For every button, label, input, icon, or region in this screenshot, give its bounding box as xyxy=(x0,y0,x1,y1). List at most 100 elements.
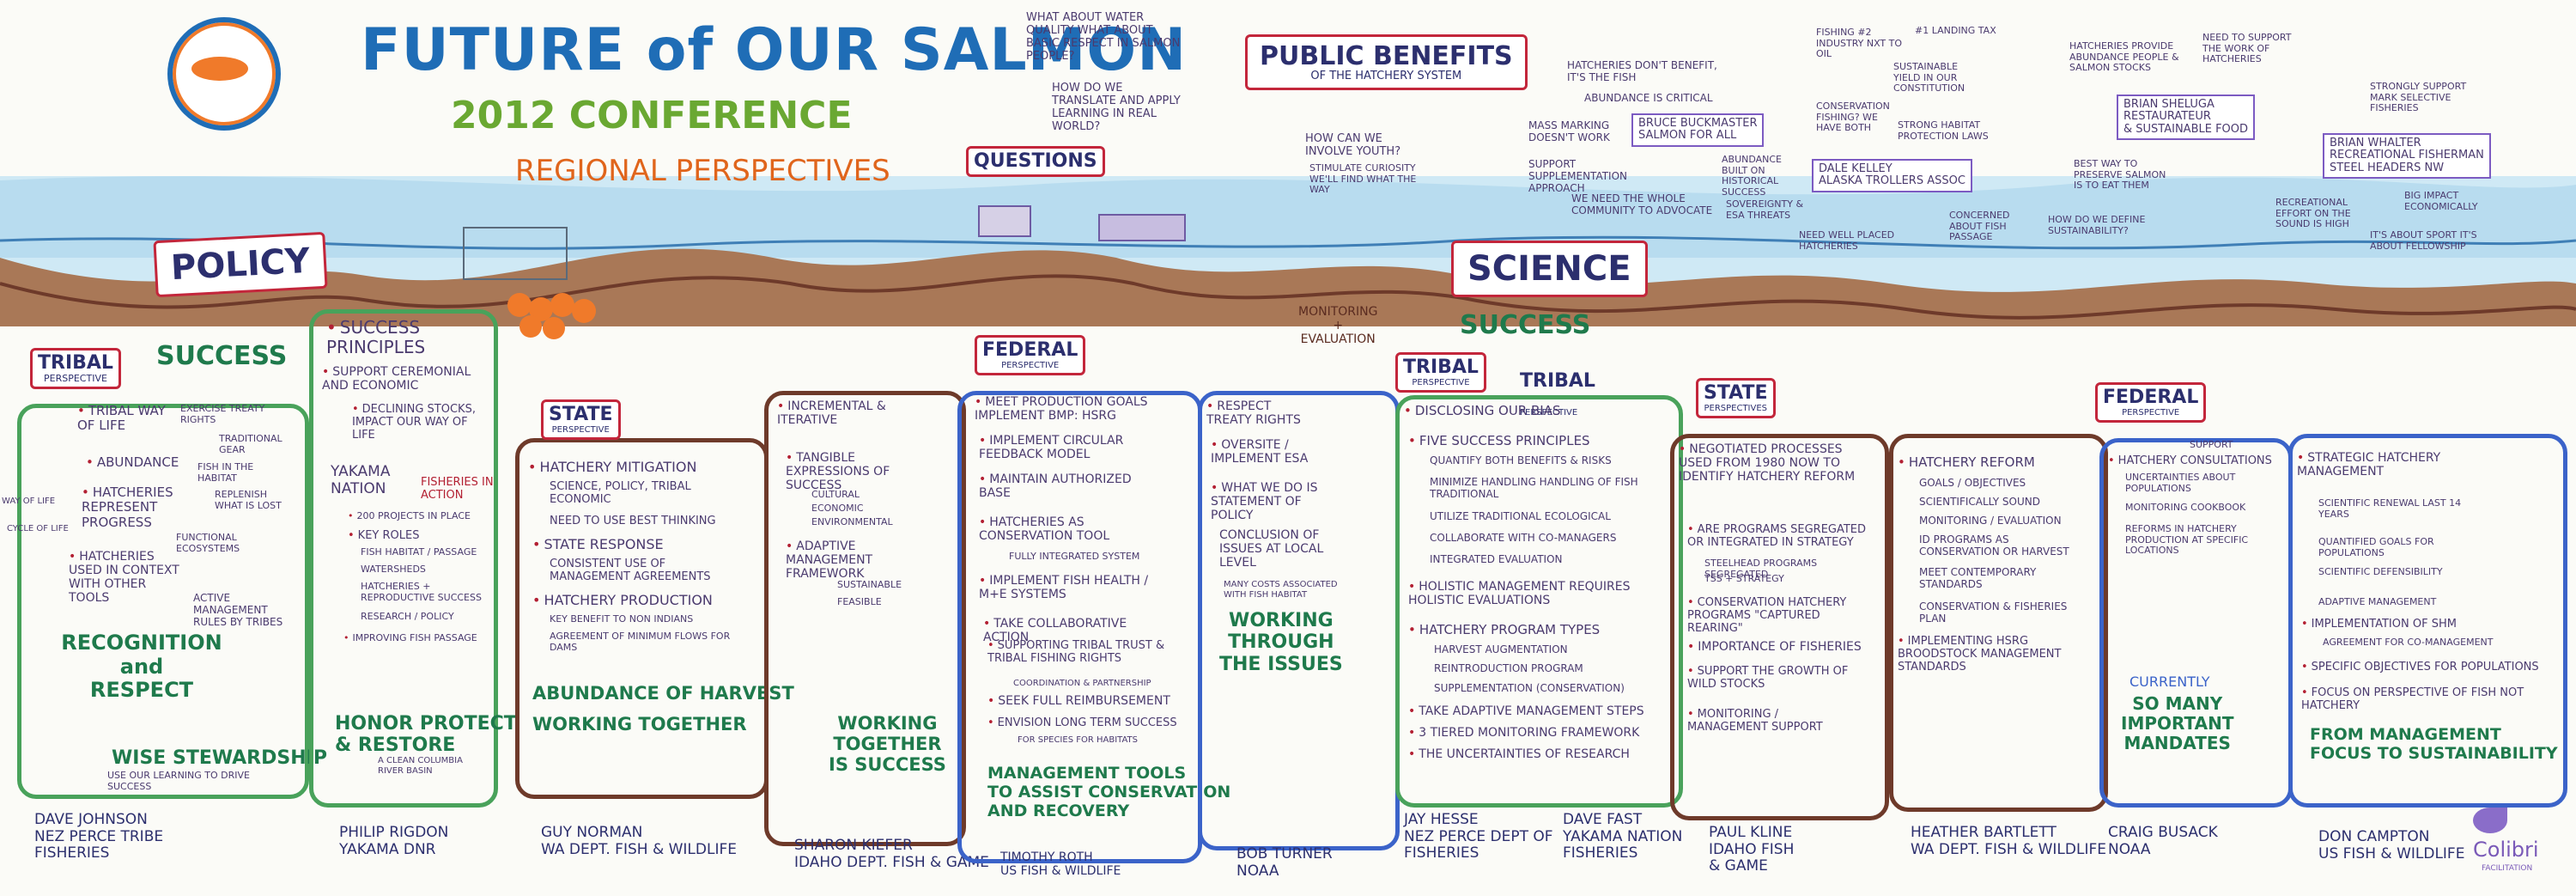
state-science-item-2: ARE PROGRAMS SEGREGATED OR INTEGRATED IN… xyxy=(1687,523,1868,550)
success-principles-item-4: FISHERIES IN ACTION xyxy=(421,476,494,502)
speaker-box-buckmaster: BRUCE BUCKMASTER SALMON FOR ALL xyxy=(1631,113,1765,147)
hatchery-reform-item-1: HATCHERY REFORM xyxy=(1898,454,2035,470)
question-2: HOW DO WE TRANSLATE AND APPLY LEARNING I… xyxy=(1052,82,1181,133)
tribal-policy-header: TRIBAL PERSPECTIVE xyxy=(30,348,121,390)
state-policy-header-title: STATE xyxy=(549,404,613,425)
federal-science-item-2: SUPPORT xyxy=(2190,439,2233,450)
federal-science-callout: SO MANY IMPORTANT MANDATES xyxy=(2121,693,2234,753)
strategic-item-4: SCIENTIFIC DEFENSIBILITY xyxy=(2318,566,2443,577)
tribal-science-header-title: TRIBAL xyxy=(1403,357,1479,378)
state-science-item-6: IMPORTANCE OF FISHERIES xyxy=(1687,640,1868,654)
strategic-item-9: FOCUS ON PERSPECTIVE OF FISH NOT HATCHER… xyxy=(2301,686,2542,713)
tribal-science-item-12: SUPPLEMENTATION (CONSERVATION) xyxy=(1434,682,1625,694)
science-tag: SCIENCE xyxy=(1451,241,1648,297)
benefit-19: STRONGLY SUPPORT MARK SELECTIVE FISHERIE… xyxy=(2370,81,2467,114)
tribal-science-item-5: UTILIZE TRADITIONAL ECOLOGICAL xyxy=(1430,510,1611,522)
benefit-14: CONCERNED ABOUT FISH PASSAGE xyxy=(1949,210,2010,243)
tribal-policy-header-sub: PERSPECTIVE xyxy=(44,373,107,385)
federal-science-header-title: FEDERAL xyxy=(2103,387,2199,408)
state-science-signature: PAUL KLINE IDAHO FISH & GAME xyxy=(1709,824,1795,875)
success-principles-item-10: RESEARCH / POLICY xyxy=(361,611,454,622)
state-policy-header-sub: PERSPECTIVE xyxy=(551,425,610,436)
monitoring-evaluation-label: MONITORING + EVALUATION xyxy=(1298,305,1378,347)
tribal-science-item-1: DISCLOSING OUR BIAS xyxy=(1404,403,1561,418)
success-right: SUCCESS xyxy=(1460,310,1591,340)
noaa-policy-callout: WORKING THROUGH THE ISSUES xyxy=(1219,610,1343,675)
incremental-item-1: INCREMENTAL & ITERATIVE xyxy=(777,399,889,427)
federal-science-signature: CRAIG BUSACK NOAA xyxy=(2108,824,2218,858)
incremental-item-2: TANGIBLE EXPRESSIONS OF SUCCESS xyxy=(786,451,914,492)
tribal-policy-item-8: FUNCTIONAL ECOSYSTEMS xyxy=(176,532,240,554)
state-policy-item-5: CONSISTENT USE OF MANAGEMENT AGREEMENTS xyxy=(550,558,711,583)
tribal-science-header-sub: PERSPECTIVE xyxy=(1412,378,1470,388)
success-principles-item-3: YAKAMA NATION xyxy=(331,463,391,497)
tribal-science-item-13: TAKE ADAPTIVE MANAGEMENT STEPS xyxy=(1408,704,1657,718)
benefit-5: WE NEED THE WHOLE COMMUNITY TO ADVOCATE xyxy=(1571,192,1713,216)
federal-policy-item-11: ENVISION LONG TERM SUCCESS xyxy=(987,716,1185,730)
federal-policy-item-6: IMPLEMENT FISH HEALTH / M+E SYSTEMS xyxy=(979,574,1159,601)
hummingbird-icon xyxy=(2473,808,2507,833)
tribal-policy-item-12: CYCLE OF LIFE xyxy=(7,524,69,533)
tribal-policy-callout-sub: USE OUR LEARNING TO DRIVE SUCCESS xyxy=(107,770,251,792)
tribal-policy-item-3: TRADITIONAL GEAR xyxy=(219,433,283,455)
success-principles-item-11: IMPROVING FISH PASSAGE xyxy=(343,632,489,644)
colibri-sub: FACILITATION xyxy=(2482,864,2533,873)
federal-science-callout-pre: CURRENTLY xyxy=(2129,674,2210,690)
noaa-policy-item-5: MANY COSTS ASSOCIATED WITH FISH HABITAT xyxy=(1224,580,1338,600)
benefit-15: HATCHERIES PROVIDE ABUNDANCE PEOPLE & SA… xyxy=(2069,40,2179,74)
tribal-science-item-8: HOLISTIC MANAGEMENT REQUIRES HOLISTIC EV… xyxy=(1408,580,1657,607)
tribal-science-item-3: QUANTIFY BOTH BENEFITS & RISKS xyxy=(1430,454,1612,466)
colibri-wordmark: Colibri xyxy=(2473,838,2539,862)
success-principles-callout: HONOR PROTECT & RESTORE xyxy=(335,713,517,757)
tribal-science-item-14: 3 TIERED MONITORING FRAMEWORK xyxy=(1408,726,1657,740)
strategic-item-3: QUANTIFIED GOALS FOR POPULATIONS xyxy=(2318,536,2434,558)
benefit-3: MASS MARKING DOESN'T WORK xyxy=(1528,119,1610,143)
strategic-item-5: ADAPTIVE MANAGEMENT xyxy=(2318,596,2437,607)
noaa-policy-item-4: CONCLUSION OF ISSUES AT LOCAL LEVEL xyxy=(1219,528,1324,570)
state-policy-header: STATE PERSPECTIVE xyxy=(541,399,621,441)
benefit-18: HOW DO WE DEFINE SUSTAINABILITY? xyxy=(2048,214,2146,236)
federal-science-header: FEDERAL PERSPECTIVE xyxy=(2095,382,2207,424)
tribal-policy-header-title: TRIBAL xyxy=(38,352,113,374)
benefit-13: NEED WELL PLACED HATCHERIES xyxy=(1799,229,1895,252)
hatchery-reform-item-4: MONITORING / EVALUATION xyxy=(1919,515,2062,527)
benefit-11: ABUNDANCE BUILT ON HISTORICAL SUCCESS xyxy=(1722,154,1783,198)
benefit-7: #1 LANDING TAX xyxy=(1915,25,1996,36)
hatchery-reform-item-7: CONSERVATION & FISHERIES PLAN xyxy=(1919,600,2068,625)
state-science-header-sub: PERSPECTIVES xyxy=(1704,404,1768,414)
state-policy-item-6: HATCHERY PRODUCTION xyxy=(532,592,712,608)
speaker-box-kelley: DALE KELLEY ALASKA TROLLERS ASSOC xyxy=(1812,159,1972,192)
question-4: STIMULATE CURIOSITY WE'LL FIND WHAT THE … xyxy=(1309,162,1417,196)
incremental-item-4: ECONOMIC xyxy=(811,503,864,514)
federal-science-header-sub: PERSPECTIVE xyxy=(2122,408,2180,418)
federal-policy-header: FEDERAL PERSPECTIVE xyxy=(975,335,1086,376)
federal-policy-item-9: COORDINATION & PARTNERSHIP xyxy=(1013,679,1151,688)
strategic-signature: DON CAMPTON US FISH & WILDLIFE xyxy=(2318,828,2465,862)
state-policy-item-2: SCIENCE, POLICY, TRIBAL ECONOMIC xyxy=(550,480,691,506)
success-principles-item-5: 200 PROJECTS IN PLACE xyxy=(348,510,485,522)
benefit-17: BEST WAY TO PRESERVE SALMON IS TO EAT TH… xyxy=(2074,158,2166,192)
strategic-item-7: AGREEMENT FOR CO-MANAGEMENT xyxy=(2323,637,2494,648)
question-1: WHAT ABOUT WATER QUALITY WHAT ABOUT BASI… xyxy=(1026,11,1181,63)
state-science-item-5: CONSERVATION HATCHERY PROGRAMS "CAPTURED… xyxy=(1687,596,1868,636)
speaker-box-sheluga: BRIAN SHELUGA RESTAURATEUR & SUSTAINABLE… xyxy=(2117,94,2256,140)
graphic-recording-canvas: FUTURE of OUR SALMON 2012 CONFERENCE REG… xyxy=(0,0,2576,896)
incremental-item-7: SUSTAINABLE xyxy=(837,579,902,590)
strategic-item-1: STRATEGIC HATCHERY MANAGEMENT xyxy=(2297,451,2469,478)
success-principles-item-2: DECLINING STOCKS, IMPACT OUR WAY OF LIFE xyxy=(352,403,481,442)
federal-policy-item-10: SEEK FULL REIMBURSEMENT xyxy=(987,694,1176,708)
tribal-science-signature-2: DAVE FAST YAKAMA NATION FISHERIES xyxy=(1563,811,1683,862)
policy-tag: POLICY xyxy=(153,231,328,298)
state-science-item-7: SUPPORT THE GROWTH OF WILD STOCKS xyxy=(1687,665,1868,692)
benefit-21: BIG IMPACT ECONOMICALLY xyxy=(2404,190,2478,212)
logo-fish-icon xyxy=(191,57,248,81)
tribal-policy-item-2: EXERCISE TREATY RIGHTS xyxy=(180,403,265,425)
tribal-science-signature-1: JAY HESSE NEZ PERCE DEPT OF FISHERIES xyxy=(1404,811,1553,862)
tribal-science-item-9: HATCHERY PROGRAM TYPES xyxy=(1408,622,1600,637)
colibri-logo: Colibri FACILITATION xyxy=(2473,808,2550,885)
strategic-item-8: SPECIFIC OBJECTIVES FOR POPULATIONS xyxy=(2301,661,2550,674)
federal-policy-header-sub: PERSPECTIVE xyxy=(1001,361,1060,371)
public-benefits-subheading: OF THE HATCHERY SYSTEM xyxy=(1310,70,1462,82)
noaa-policy-item-2: OVERSITE / IMPLEMENT ESA xyxy=(1211,438,1357,466)
tribal-science-item-7: INTEGRATED EVALUATION xyxy=(1430,553,1563,565)
